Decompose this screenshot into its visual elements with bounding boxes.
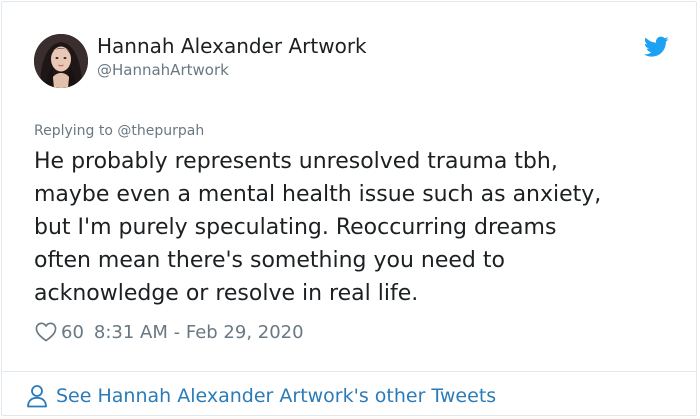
tweet-text-line: maybe even a mental health issue such as… <box>34 182 602 207</box>
tweet-text-line: He probably represents unresolved trauma… <box>34 149 558 174</box>
like-button[interactable]: 60 <box>35 322 84 343</box>
heart-outline-icon <box>35 322 57 342</box>
replying-to-label: Replying to <box>34 123 118 139</box>
avatar[interactable] <box>34 34 88 88</box>
tweet-text-line: but I'm purely speculating. Reoccurring … <box>34 215 557 240</box>
author-handle[interactable]: @HannahArtwork <box>97 60 229 80</box>
author-display-name[interactable]: Hannah Alexander Artwork <box>97 33 367 59</box>
see-other-tweets-label: See Hannah Alexander Artwork's other Twe… <box>56 385 497 407</box>
replying-to: Replying to @thepurpah <box>34 122 204 140</box>
tweet-timestamp[interactable]: 8:31 AM - Feb 29, 2020 <box>94 322 304 343</box>
person-outline-icon <box>27 385 47 408</box>
twitter-bird-icon[interactable] <box>643 36 669 58</box>
replying-to-mention[interactable]: @thepurpah <box>117 123 204 139</box>
avatar-image <box>34 34 88 88</box>
tweet-card: Hannah Alexander Artwork @HannahArtwork … <box>1 1 697 416</box>
tweet-meta: 60 8:31 AM - Feb 29, 2020 <box>35 320 304 344</box>
footer-divider <box>2 371 696 372</box>
tweet-text-line: often mean there's something you need to <box>34 248 505 273</box>
tweet-text: He probably represents unresolved trauma… <box>34 145 674 310</box>
tweet-text-line: acknowledge or resolve in real life. <box>34 281 419 306</box>
like-count: 60 <box>61 321 84 343</box>
see-other-tweets-link[interactable]: See Hannah Alexander Artwork's other Twe… <box>26 382 496 410</box>
